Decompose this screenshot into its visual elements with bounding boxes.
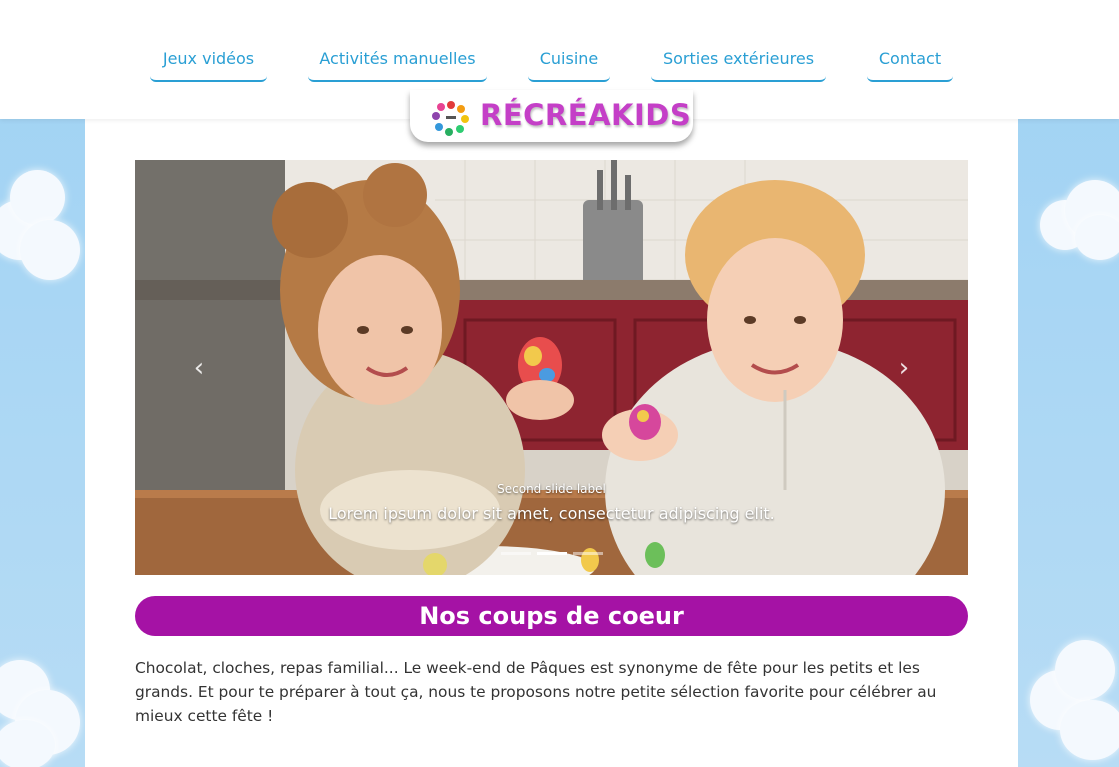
carousel-prev-button[interactable]: ‹ (189, 350, 209, 386)
cloud-decoration (1040, 180, 1119, 260)
carousel-indicator-1[interactable] (501, 552, 531, 555)
photo-carousel[interactable]: ‹ › Second slide label Lorem ipsum dolor… (135, 160, 968, 575)
cloud-decoration (0, 640, 85, 767)
nav-item-jeux-videos[interactable]: Jeux vidéos (150, 38, 267, 82)
carousel-indicator-3[interactable] (573, 552, 603, 555)
section-title: Nos coups de coeur (135, 596, 968, 636)
main-content: ‹ › Second slide label Lorem ipsum dolor… (85, 119, 1018, 767)
nav-item-contact[interactable]: Contact (867, 38, 953, 82)
slide-label: Second slide label (497, 482, 606, 496)
nav-item-sorties-exterieures[interactable]: Sorties extérieures (651, 38, 826, 82)
hand-circle-logo-icon (432, 101, 469, 136)
carousel-next-button[interactable]: › (894, 350, 914, 386)
carousel-indicator-2[interactable] (537, 552, 567, 555)
nav-item-cuisine[interactable]: Cuisine (528, 38, 610, 82)
cloud-decoration (0, 170, 80, 290)
slide-caption: Lorem ipsum dolor sit amet, consectetur … (328, 504, 775, 523)
cloud-decoration (1030, 640, 1119, 760)
brand-name: RÉCRÉAKIDS (480, 98, 692, 132)
section-intro: Chocolat, cloches, repas familial... Le … (135, 659, 937, 725)
nav-item-activites-manuelles[interactable]: Activités manuelles (308, 38, 487, 82)
main-nav: Jeux vidéos Activités manuelles Cuisine … (0, 38, 1119, 82)
logo[interactable]: RÉCRÉAKIDS (410, 90, 693, 142)
carousel-indicators (500, 552, 610, 556)
